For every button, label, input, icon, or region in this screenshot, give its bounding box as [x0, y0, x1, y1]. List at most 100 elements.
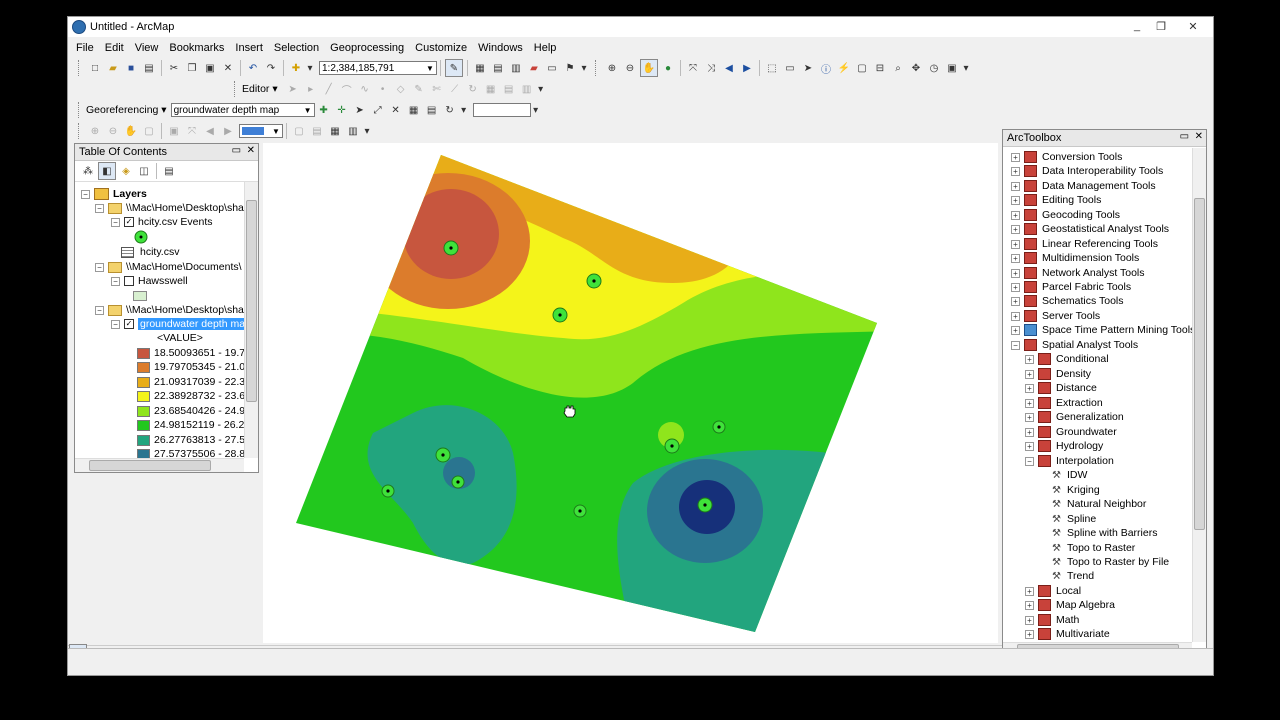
list-by-visibility-icon[interactable]: ◈	[118, 163, 134, 179]
toolbox-item-spatial-analyst[interactable]: − Spatial Analyst Tools	[1011, 338, 1138, 352]
search-window-icon[interactable]: ▥	[508, 60, 524, 76]
pan-disabled-icon[interactable]: ✋	[123, 123, 139, 139]
expander-toggle[interactable]: +	[1011, 239, 1020, 249]
create-features-icon[interactable]: ▥	[519, 81, 535, 97]
expander-toggle[interactable]: +	[1025, 354, 1034, 364]
toolbar-grip[interactable]	[595, 60, 599, 76]
modelbuilder-dropdown-icon[interactable]: ▾	[580, 60, 588, 76]
legend-row[interactable]: 22.38928732 - 23.6854	[137, 389, 244, 403]
cut-polygons-icon[interactable]: ✄	[429, 81, 445, 97]
expander-toggle[interactable]: −	[1025, 456, 1034, 466]
focus-data-frame-icon[interactable]: ▤	[309, 123, 325, 139]
menu-file[interactable]: File	[76, 42, 94, 54]
fixed-zoom-in-page-icon[interactable]: ⤧	[184, 123, 200, 139]
menu-selection[interactable]: Selection	[274, 42, 319, 54]
toolset-item[interactable]: + Math	[1025, 613, 1079, 627]
add-control-points-icon[interactable]: ✚	[316, 102, 332, 118]
toc-raster-row[interactable]: − ✓ groundwater depth map	[111, 317, 244, 331]
toolbar-grip[interactable]	[78, 60, 82, 76]
menu-windows[interactable]: Windows	[478, 42, 523, 54]
toggle-draft-icon[interactable]: ▢	[291, 123, 307, 139]
endpoint-arc-icon[interactable]: ⌒	[339, 81, 355, 97]
tool-item[interactable]: ⚒ Topo to Raster by File	[1051, 555, 1169, 569]
overflow-icon[interactable]: ▾	[532, 102, 540, 118]
expander-toggle[interactable]: +	[1025, 369, 1034, 379]
expander-toggle[interactable]: +	[1025, 427, 1034, 437]
toc-vertical-scrollbar[interactable]	[244, 182, 258, 458]
open-icon[interactable]: ▰	[105, 60, 121, 76]
zoom-100-icon[interactable]: ▣	[166, 123, 182, 139]
minimize-button[interactable]: _	[1125, 17, 1149, 35]
toc-group1-row[interactable]: − \\Mac\Home\Desktop\sha	[95, 201, 244, 215]
hyperlink-icon[interactable]: ⚡	[836, 60, 852, 76]
html-popup-icon[interactable]: ▢	[854, 60, 870, 76]
zoom-whole-page-icon[interactable]: ▢	[141, 123, 157, 139]
legend-row[interactable]: 18.50093651 - 19.7970	[137, 346, 244, 360]
trace-icon[interactable]: ∿	[357, 81, 373, 97]
back-page-icon[interactable]: ◀	[202, 123, 218, 139]
menu-view[interactable]: View	[135, 42, 159, 54]
toolbox-item[interactable]: + Multidimension Tools	[1011, 251, 1139, 265]
toolbox-item[interactable]: + Conversion Tools	[1011, 150, 1122, 164]
rotate-dropdown-icon[interactable]: ▾	[460, 102, 468, 118]
tool-item[interactable]: ⚒ Trend	[1051, 569, 1094, 583]
redo-icon[interactable]: ↷	[263, 60, 279, 76]
toc-hawsswell-row[interactable]: − Hawsswell	[111, 274, 188, 288]
expander-toggle[interactable]: +	[1025, 600, 1034, 610]
toolset-item[interactable]: + Groundwater	[1025, 425, 1117, 439]
toolbox-item[interactable]: + Schematics Tools	[1011, 294, 1124, 308]
rotate-raster-icon[interactable]: ↻	[442, 102, 458, 118]
point-icon[interactable]: •	[375, 81, 391, 97]
toc-horizontal-scrollbar[interactable]	[75, 458, 244, 472]
forward-page-icon[interactable]: ▶	[220, 123, 236, 139]
editor-menu[interactable]: Editor ▾	[242, 83, 278, 95]
toolset-item[interactable]: + Generalization	[1025, 410, 1124, 424]
editor-toolbar-icon[interactable]: ✎	[445, 59, 463, 77]
legend-row[interactable]: 21.09317039 - 22.3892	[137, 375, 244, 389]
zoom-in-icon[interactable]: ⊕	[604, 60, 620, 76]
legend-row[interactable]: 24.98152119 - 26.2776	[137, 418, 244, 432]
delete-icon[interactable]: ✕	[220, 60, 236, 76]
menu-help[interactable]: Help	[534, 42, 557, 54]
menu-bookmarks[interactable]: Bookmarks	[169, 42, 224, 54]
tool-item[interactable]: ⚒ Natural Neighbor	[1051, 497, 1146, 511]
edit-annotation-icon[interactable]: ▸	[303, 81, 319, 97]
reshape-icon[interactable]: ✎	[411, 81, 427, 97]
toolset-item[interactable]: + Local	[1025, 584, 1081, 598]
select-elements-icon[interactable]: ➤	[800, 60, 816, 76]
menu-insert[interactable]: Insert	[235, 42, 263, 54]
tool-item[interactable]: ⚒ Topo to Raster	[1051, 541, 1135, 555]
close-button[interactable]: ✕	[1173, 17, 1213, 35]
split-icon[interactable]: ⟋	[447, 81, 463, 97]
tool-item[interactable]: ⚒ Spline	[1051, 512, 1096, 526]
legend-row[interactable]: 23.68540426 - 24.9815	[137, 404, 244, 418]
expander-toggle[interactable]: −	[1011, 340, 1020, 350]
toc-restore-button[interactable]: ▭	[232, 145, 241, 156]
expander-toggle[interactable]: +	[1025, 398, 1034, 408]
restore-button[interactable]: ❐	[1149, 17, 1173, 35]
rotation-value-input[interactable]	[472, 103, 531, 117]
toc-options-icon[interactable]: ▤	[161, 163, 177, 179]
toolset-item[interactable]: + Distance	[1025, 381, 1097, 395]
arctoolbox-restore-button[interactable]: ▭	[1180, 131, 1189, 142]
select-link-icon[interactable]: ➤	[352, 102, 368, 118]
list-by-source-icon[interactable]: ◧	[98, 162, 116, 180]
expander-toggle[interactable]: +	[1025, 629, 1034, 639]
expander-toggle[interactable]: +	[1025, 441, 1034, 451]
toolbox-item[interactable]: + Linear Referencing Tools	[1011, 237, 1158, 251]
add-control-points-alt-icon[interactable]: ✛	[334, 102, 350, 118]
toc-group3-row[interactable]: − \\Mac\Home\Desktop\sha	[95, 303, 244, 317]
sketch-properties-icon[interactable]: ▤	[501, 81, 517, 97]
menu-geoprocessing[interactable]: Geoprocessing	[330, 42, 404, 54]
legend-row[interactable]: 19.79705345 - 21.0931	[137, 360, 244, 374]
save-icon[interactable]: ■	[123, 60, 139, 76]
toolbox-item[interactable]: + Data Management Tools	[1011, 179, 1156, 193]
toolset-item[interactable]: + Extraction	[1025, 396, 1103, 410]
toolbar-grip[interactable]	[78, 123, 82, 139]
tool-item[interactable]: ⚒ Spline with Barriers	[1051, 526, 1157, 540]
expander-toggle[interactable]: +	[1011, 253, 1020, 263]
toolset-item[interactable]: + Multivariate	[1025, 627, 1110, 641]
paste-icon[interactable]: ▣	[202, 60, 218, 76]
overflow-icon[interactable]: ▾	[363, 123, 371, 139]
expander-toggle[interactable]: +	[1025, 412, 1034, 422]
